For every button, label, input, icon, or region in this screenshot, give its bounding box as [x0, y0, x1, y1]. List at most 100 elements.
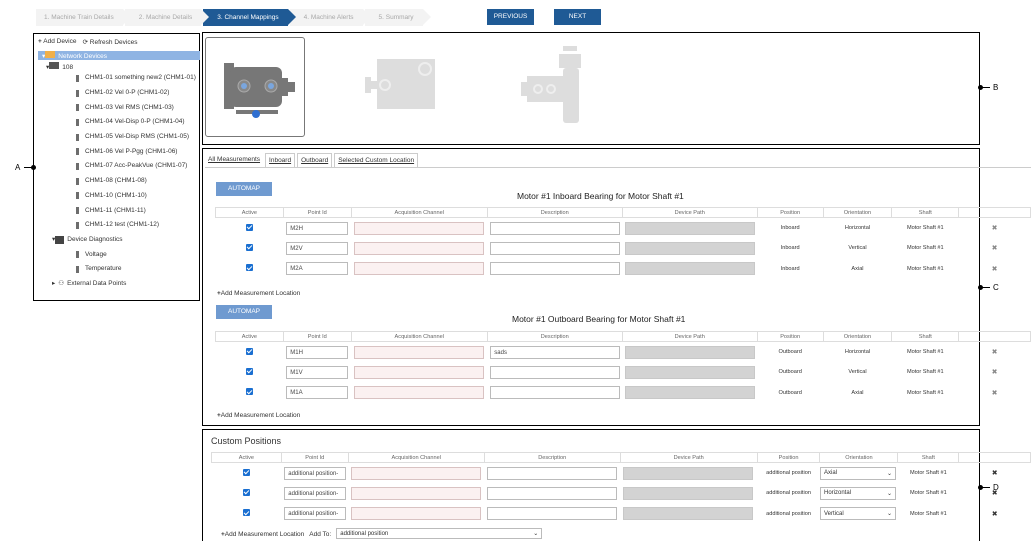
wizard-step-4[interactable]: 4. Machine Alerts — [289, 9, 371, 26]
wizard-step-5[interactable]: 5. Summary — [364, 9, 431, 26]
acquisition-channel-input[interactable] — [354, 241, 485, 255]
inboard-section-title: Motor #1 Inboard Bearing for Motor Shaft… — [517, 191, 684, 201]
add-location-link[interactable]: +Add Measurement Location — [221, 531, 304, 538]
active-checkbox[interactable] — [245, 347, 253, 355]
wizard-step-2[interactable]: 2. Machine Details — [124, 9, 210, 26]
table-row: M1V Outboard Vertical Motor Shaft #1 ✖ — [216, 362, 1031, 383]
point-id-input[interactable]: M1V — [286, 365, 349, 379]
gearbox-component[interactable] — [365, 47, 445, 124]
channel-item[interactable]: CHM1-11 (CHM1-11) — [76, 203, 200, 218]
active-checkbox[interactable] — [242, 509, 250, 517]
channel-item[interactable]: CHM1-01 something new2 (CHM1-01) — [76, 71, 200, 86]
orientation-select[interactable]: Vertical ⌄ — [819, 507, 896, 521]
description-input[interactable] — [487, 507, 618, 521]
description-input[interactable] — [490, 241, 621, 255]
acquisition-channel-input[interactable] — [354, 386, 485, 400]
description-input[interactable] — [487, 486, 618, 500]
point-id-input[interactable]: additional position- — [284, 466, 347, 480]
automap-button-outboard[interactable]: AUTOMAP — [216, 305, 272, 319]
delete-icon[interactable]: ✖ — [992, 511, 998, 518]
motor-component-selected[interactable] — [205, 37, 305, 137]
description-input[interactable] — [487, 466, 618, 480]
header-description: Description — [486, 207, 623, 218]
header-orientation: Orientation — [819, 452, 899, 463]
point-id-input[interactable]: M2H — [286, 221, 349, 235]
channel-item[interactable]: CHM1-04 Vel-Disp 0-P (CHM1-04) — [76, 115, 200, 130]
delete-icon[interactable]: ✖ — [992, 390, 998, 397]
active-checkbox[interactable] — [245, 264, 253, 272]
delete-icon[interactable]: ✖ — [992, 470, 998, 477]
active-checkbox[interactable] — [245, 243, 253, 251]
pump-component[interactable] — [521, 46, 596, 128]
orientation-select[interactable]: Horizontal ⌄ — [819, 486, 896, 500]
wizard-step-3[interactable]: 3. Channel Mappings — [203, 9, 297, 26]
acquisition-channel-input[interactable] — [351, 466, 482, 480]
tab-outboard[interactable]: Outboard — [297, 153, 333, 167]
active-checkbox[interactable] — [242, 468, 250, 476]
tab-inboard[interactable]: Inboard — [265, 153, 296, 167]
channel-item[interactable]: CHM1-10 (CHM1-10) — [76, 189, 200, 204]
add-to-select[interactable]: additional position ⌄ — [336, 528, 543, 539]
point-id-input[interactable]: M1A — [286, 386, 349, 400]
point-id-input[interactable]: additional position- — [284, 486, 347, 500]
next-button[interactable]: NEXT — [554, 9, 601, 25]
device-diagnostics-node[interactable]: ▾ Device Diagnostics — [38, 233, 200, 248]
acquisition-channel-input[interactable] — [354, 365, 485, 379]
point-id-input[interactable]: M2V — [286, 241, 349, 255]
channel-item[interactable]: CHM1-02 Vel 0-P (CHM1-02) — [76, 86, 200, 101]
shaft-cell: Motor Shaft #1 — [910, 470, 947, 476]
acquisition-channel-input[interactable] — [351, 507, 482, 521]
orientation-select[interactable]: Axial ⌄ — [819, 466, 896, 480]
header-device-path: Device Path — [619, 452, 758, 463]
description-input[interactable] — [490, 365, 621, 379]
tab-all-measurements[interactable]: All Measurements — [205, 153, 264, 167]
acquisition-channel-input[interactable] — [351, 486, 482, 500]
channel-item[interactable]: CHM1-05 Vel-Disp RMS (CHM1-05) — [76, 130, 200, 145]
channel-item[interactable]: CHM1-06 Vel P-Pgg (CHM1-06) — [76, 144, 200, 159]
acquisition-channel-input[interactable] — [354, 262, 485, 276]
device-node-108[interactable]: ▾ 108 — [38, 62, 200, 71]
shaft-cell: Motor Shaft #1 — [910, 510, 947, 517]
point-id-input[interactable]: M1H — [286, 345, 349, 359]
delete-icon[interactable]: ✖ — [992, 490, 998, 497]
shaft-cell: Motor Shaft #1 — [906, 225, 944, 231]
delete-icon[interactable]: ✖ — [992, 245, 998, 252]
channel-item[interactable]: CHM1-03 Vel RMS (CHM1-03) — [76, 100, 200, 115]
channel-item[interactable]: CHM1-12 test (CHM1-12) — [76, 218, 200, 233]
channel-icon — [76, 118, 79, 126]
refresh-devices-button[interactable]: ⟳ Refresh Devices — [83, 38, 138, 46]
acquisition-channel-input[interactable] — [354, 345, 485, 359]
delete-icon[interactable]: ✖ — [992, 349, 998, 356]
active-checkbox[interactable] — [245, 367, 253, 375]
shaft-cell: Motor Shaft #1 — [906, 369, 944, 376]
diag-item[interactable]: Temperature — [38, 262, 200, 277]
active-checkbox[interactable] — [242, 488, 250, 496]
orientation-cell: Axial — [851, 389, 864, 396]
wizard-steps: 1. Machine Train Details 2. Machine Deta… — [36, 9, 431, 26]
external-data-points-node[interactable]: ▸ ⚇ External Data Points — [38, 277, 200, 292]
active-checkbox[interactable] — [245, 223, 253, 231]
add-measurement-location-inboard[interactable]: +Add Measurement Location — [217, 290, 300, 297]
wizard-step-1[interactable]: 1. Machine Train Details — [36, 9, 131, 26]
delete-icon[interactable]: ✖ — [992, 266, 998, 273]
diag-item[interactable]: Voltage — [38, 247, 200, 262]
active-checkbox[interactable] — [245, 388, 253, 396]
automap-button-inboard[interactable]: AUTOMAP — [216, 182, 272, 196]
channel-item[interactable]: CHM1-08 (CHM1-08) — [76, 174, 200, 189]
add-measurement-location-outboard[interactable]: +Add Measurement Location — [217, 412, 300, 419]
point-id-input[interactable]: additional position- — [284, 507, 347, 521]
tab-selected-custom-location[interactable]: Selected Custom Location — [334, 153, 419, 167]
description-input[interactable] — [490, 221, 621, 235]
acquisition-channel-input[interactable] — [354, 221, 485, 235]
description-input[interactable] — [490, 386, 621, 400]
network-devices-node[interactable]: ▾ Network Devices — [38, 51, 200, 60]
add-device-button[interactable]: + Add Device — [38, 38, 77, 46]
previous-button[interactable]: PREVIOUS — [487, 9, 534, 25]
description-input[interactable] — [490, 262, 621, 276]
point-id-input[interactable]: M2A — [286, 262, 349, 276]
delete-icon[interactable]: ✖ — [992, 225, 998, 232]
description-input[interactable]: sads — [490, 345, 621, 359]
channel-item[interactable]: CHM1-07 Acc-PeakVue (CHM1-07) — [76, 159, 200, 174]
delete-icon[interactable]: ✖ — [992, 369, 998, 376]
position-cell: Outboard — [778, 349, 802, 355]
